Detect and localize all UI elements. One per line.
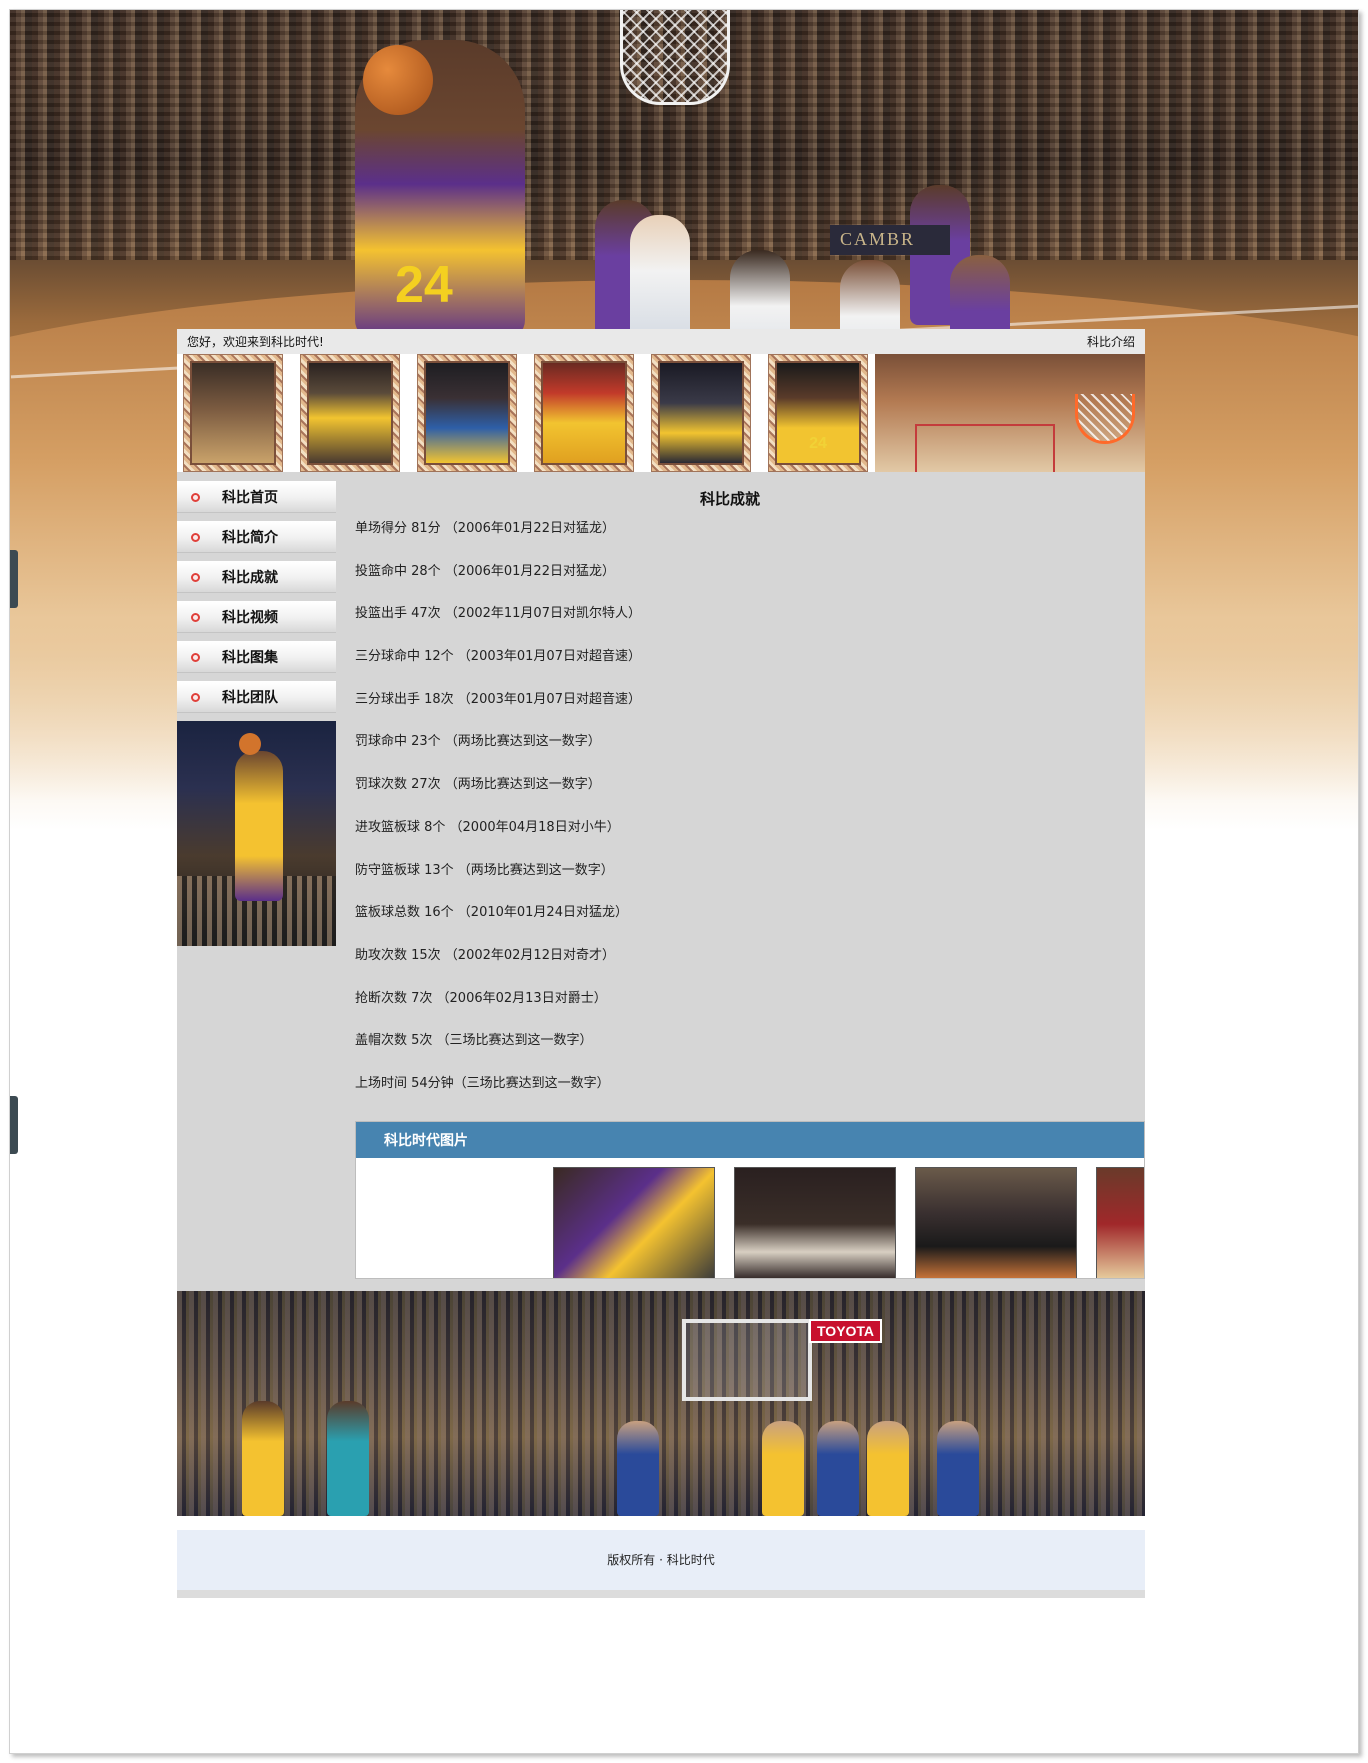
basketball-hoop-icon [1075, 394, 1135, 444]
photo-kobe-floor-icon [190, 361, 276, 465]
arena-sponsor-sign: TOYOTA [809, 1318, 883, 1343]
achievement-item: 罚球命中 23个 （两场比赛达到这一数字） [355, 734, 601, 750]
photo-kobe-standing-icon [307, 361, 393, 465]
intro-link[interactable]: 科比介绍 [1087, 333, 1135, 350]
achievement-item: 篮板球总数 16个 （2010年01月24日对猛龙） [355, 905, 628, 921]
sidebar-item-videos[interactable]: 科比视频 [177, 601, 336, 633]
edge-tab-icon[interactable] [10, 1096, 18, 1154]
sidebar-item-label: 科比团队 [222, 690, 278, 706]
main-content: 科比成就 单场得分 81分 （2006年01月22日对猛龙） 投篮命中 28个 … [336, 472, 1145, 1279]
sidebar-item-achievements[interactable]: 科比成就 [177, 561, 336, 593]
gallery-photo[interactable] [734, 1166, 896, 1278]
thumb-jersey-number: 24 [809, 435, 827, 452]
sidebar: 科比首页 科比简介 科比成就 科比视频 科比图集 科比团队 [177, 481, 336, 1279]
thumbnail-frame[interactable] [300, 354, 400, 472]
achievement-item: 盖帽次数 5次 （三场比赛达到这一数字） [355, 1033, 593, 1049]
page-container: 您好，欢迎来到科比时代! 科比介绍 24 科比首页 科比简介 科比成就 科比视频… [177, 329, 1145, 1598]
thumbnail-frame[interactable] [183, 354, 283, 472]
achievement-item: 单场得分 81分 （2006年01月22日对猛龙） [355, 521, 615, 536]
photo-kobe-hug-icon [541, 361, 627, 465]
photo-gallery: 科比时代图片 [355, 1120, 1145, 1279]
bullet-icon [191, 612, 200, 622]
arena-sign: CAMBR [830, 225, 950, 255]
achievement-item: 进攻篮板球 8个 （2000年04月18日对小牛） [355, 819, 620, 835]
top-bar: 您好，欢迎来到科比时代! 科比介绍 [177, 329, 1145, 354]
bullet-icon [191, 532, 200, 542]
gallery-photo[interactable] [1096, 1166, 1144, 1278]
achievement-item: 助攻次数 15次 （2002年02月12日对奇才） [355, 947, 615, 963]
bullet-icon [191, 492, 200, 502]
content-area: 科比首页 科比简介 科比成就 科比视频 科比图集 科比团队 科比成就 单场得分 … [177, 472, 1145, 1291]
edge-tab-icon[interactable] [10, 550, 18, 608]
achievement-item: 投篮命中 28个 （2006年01月22日对猛龙） [355, 563, 615, 579]
gallery-photo[interactable] [553, 1166, 715, 1278]
achievement-item: 三分球命中 12个 （2003年01月07日对超音速） [355, 649, 641, 665]
thumbnail-strip: 24 [177, 354, 1145, 472]
copyright-text: 版权所有 · 科比时代 [607, 1553, 715, 1568]
basketball-hoop-icon [620, 10, 730, 105]
thumbnail-court-photo[interactable] [875, 354, 1145, 472]
achievement-item: 防守篮板球 13个 （两场比赛达到这一数字） [355, 862, 614, 878]
basketball-backboard-icon [682, 1318, 812, 1401]
thumbnail-frame[interactable] [417, 354, 517, 472]
sidebar-item-label: 科比简介 [222, 530, 278, 546]
achievement-item: 抢断次数 7次 （2006年02月13日对爵士） [355, 990, 607, 1006]
sidebar-item-label: 科比成就 [222, 570, 278, 586]
thumbnail-frame[interactable] [651, 354, 751, 472]
sidebar-item-gallery[interactable]: 科比图集 [177, 641, 336, 673]
photo-kobe-31-icon [424, 361, 510, 465]
sidebar-item-intro[interactable]: 科比简介 [177, 521, 336, 553]
bullet-icon [191, 692, 200, 702]
gallery-photo[interactable] [915, 1166, 1077, 1278]
sidebar-item-team[interactable]: 科比团队 [177, 681, 336, 713]
thumbnail-frame[interactable] [534, 354, 634, 472]
achievement-item: 上场时间 54分钟（三场比赛达到这一数字） [355, 1075, 610, 1091]
photo-kobe-bench-icon [658, 361, 744, 465]
welcome-text: 您好，欢迎来到科比时代! [187, 335, 324, 349]
browser-page: 24 CAMBR 您好，欢迎来到科比时代! 科比介绍 24 科比首页 科比简介 … [9, 9, 1359, 1754]
page-title: 科比成就 [699, 490, 760, 508]
page-footer: 版权所有 · 科比时代 [177, 1529, 1145, 1590]
gallery-scroller[interactable] [356, 1158, 1144, 1278]
basketball-icon [239, 733, 261, 755]
achievement-item: 三分球出手 18次 （2003年01月07日对超音速） [355, 691, 641, 707]
sidebar-item-home[interactable]: 科比首页 [177, 481, 336, 513]
bottom-banner-photo: TOYOTA [177, 1290, 1145, 1516]
bullet-icon [191, 652, 200, 662]
bullet-icon [191, 572, 200, 582]
sidebar-photo [177, 721, 336, 946]
gallery-title: 科比时代图片 [356, 1121, 1144, 1158]
achievement-item: 罚球次数 27次 （两场比赛达到这一数字） [355, 777, 601, 793]
basketball-icon [363, 45, 433, 115]
hero-jersey-number: 24 [395, 256, 453, 314]
sidebar-item-label: 科比视频 [222, 610, 278, 626]
achievement-item: 投篮出手 47次 （2002年11月07日对凯尔特人） [355, 606, 641, 622]
thumbnail-frame[interactable]: 24 [768, 354, 868, 472]
sidebar-item-label: 科比首页 [222, 490, 278, 506]
sidebar-item-label: 科比图集 [222, 650, 278, 666]
